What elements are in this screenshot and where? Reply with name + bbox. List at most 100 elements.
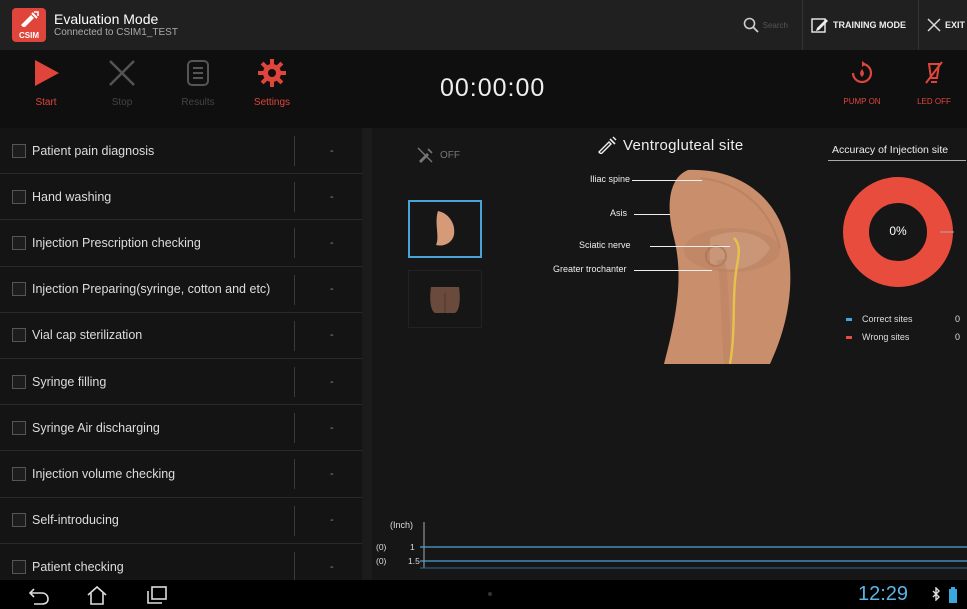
bluetooth-icon xyxy=(932,587,940,601)
main-panel: OFF Ventrogluteal site Iliac spine Asis … xyxy=(372,128,967,580)
hip-back-thumbnail-icon xyxy=(430,287,460,313)
checklist-scrollbar[interactable] xyxy=(362,128,372,580)
sound-toggle[interactable]: OFF xyxy=(416,146,460,164)
checklist-item-score: - xyxy=(330,560,334,573)
app-title: Evaluation Mode xyxy=(54,11,159,27)
settings-button[interactable]: Settings xyxy=(242,58,302,108)
led-toggle-button[interactable]: LED OFF xyxy=(904,60,964,106)
checklist-row[interactable]: Syringe filling - xyxy=(0,359,362,406)
page-indicator-dot xyxy=(488,592,492,596)
legend-correct: Correct sites 0 xyxy=(846,310,966,328)
accuracy-title: Accuracy of Injection site xyxy=(828,140,966,161)
sciatic-nerve-pointer xyxy=(650,246,730,247)
start-button[interactable]: Start xyxy=(16,58,76,108)
correct-count: 0 xyxy=(954,314,960,324)
checklist-row[interactable]: Hand washing - xyxy=(0,174,362,221)
home-icon[interactable] xyxy=(86,585,108,605)
pump-toggle-button[interactable]: PUMP ON xyxy=(832,60,892,106)
row-divider xyxy=(294,551,295,582)
checklist-item-label: Hand washing xyxy=(32,189,112,204)
training-mode-label: TRAINING MODE xyxy=(832,20,906,30)
start-label: Start xyxy=(35,97,57,108)
checklist-row[interactable]: Syringe Air discharging - xyxy=(0,405,362,452)
search-icon xyxy=(743,17,759,33)
checkbox[interactable] xyxy=(12,143,26,158)
row-divider xyxy=(294,320,295,351)
checklist-item-score: - xyxy=(330,467,334,480)
thumbnail-back-view[interactable] xyxy=(408,270,482,328)
row-divider xyxy=(294,366,295,397)
search-box[interactable]: Search xyxy=(743,17,788,33)
checkbox[interactable] xyxy=(12,189,26,204)
checklist-item-score: - xyxy=(330,421,334,434)
depth-graph: (Inch) (0) 1 (0) 1.5 xyxy=(372,508,967,580)
checklist-row[interactable]: Injection Prescription checking - xyxy=(0,220,362,267)
led-off-icon xyxy=(925,61,943,84)
checklist-item-label: Patient pain diagnosis xyxy=(32,143,155,158)
site-title-text: Ventrogluteal site xyxy=(623,136,744,154)
checkbox[interactable] xyxy=(12,513,26,528)
graph-axes xyxy=(420,522,967,569)
row-divider xyxy=(294,505,295,536)
label-greater-trochanter: Greater trochanter xyxy=(553,264,627,274)
checklist-item-label: Patient checking xyxy=(32,559,124,574)
checklist-item-label: Self-introducing xyxy=(32,513,119,528)
results-label: Results xyxy=(181,97,215,108)
checkbox[interactable] xyxy=(12,559,26,574)
label-asis: Asis xyxy=(610,208,628,218)
evaluation-checklist: Patient pain diagnosis - Hand washing - … xyxy=(0,128,362,582)
battery-icon xyxy=(949,587,957,603)
checkbox[interactable] xyxy=(12,374,26,389)
checklist-item-label: Injection Preparing(syringe, cotton and … xyxy=(32,282,271,297)
pump-icon xyxy=(851,61,873,84)
back-icon[interactable] xyxy=(28,585,50,605)
stop-label: Stop xyxy=(111,97,133,108)
system-clock: 12:29 xyxy=(858,583,909,605)
checklist-row[interactable]: Injection volume checking - xyxy=(0,451,362,498)
close-icon xyxy=(927,18,941,32)
checkbox[interactable] xyxy=(12,420,26,435)
edit-icon xyxy=(811,18,828,33)
results-icon xyxy=(187,60,209,86)
hip-side-thumbnail-icon xyxy=(436,211,455,246)
checkbox[interactable] xyxy=(12,235,26,250)
system-navigation-bar: 12:29 xyxy=(0,580,967,609)
checkbox[interactable] xyxy=(12,466,26,481)
correct-label: Correct sites xyxy=(862,314,913,324)
connection-status: Connected to CSIM1_TEST xyxy=(54,27,178,38)
checklist-item-score: - xyxy=(330,329,334,342)
elapsed-timer: 00:00:00 xyxy=(440,74,546,102)
checkbox[interactable] xyxy=(12,282,26,297)
thumbnail-side-view[interactable] xyxy=(408,200,482,258)
checklist-item-label: Vial cap sterilization xyxy=(32,328,143,343)
play-icon xyxy=(35,60,59,86)
stop-x-icon xyxy=(109,60,135,86)
iliac-spine-pointer xyxy=(632,180,702,181)
results-button[interactable]: Results xyxy=(168,58,228,108)
row-divider xyxy=(294,274,295,305)
title-bar: CSIM Evaluation Mode Connected to CSIM1_… xyxy=(0,0,967,50)
checklist-row[interactable]: Patient pain diagnosis - xyxy=(0,128,362,175)
app-logo: CSIM xyxy=(12,8,46,42)
exit-label: EXIT xyxy=(944,20,965,30)
training-mode-button[interactable]: TRAINING MODE xyxy=(811,16,906,34)
checklist-row[interactable]: Self-introducing - xyxy=(0,498,362,544)
checklist-item-score: - xyxy=(330,283,334,296)
checkbox[interactable] xyxy=(12,328,26,343)
checklist-item-label: Injection volume checking xyxy=(32,466,176,481)
checklist-row[interactable]: Vial cap sterilization - xyxy=(0,313,362,359)
search-placeholder: Search xyxy=(762,20,788,30)
settings-label: Settings xyxy=(253,97,291,108)
checklist-item-label: Syringe Air discharging xyxy=(32,420,160,435)
checklist-item-score: - xyxy=(330,236,334,249)
recent-apps-icon[interactable] xyxy=(146,585,168,605)
divider xyxy=(801,0,803,50)
label-sciatic-nerve: Sciatic nerve xyxy=(579,240,631,250)
row-divider xyxy=(294,228,295,259)
stop-button[interactable]: Stop xyxy=(92,58,152,108)
gear-icon xyxy=(258,59,286,87)
checklist-row[interactable]: Injection Preparing(syringe, cotton and … xyxy=(0,267,362,313)
row-divider xyxy=(294,136,295,166)
pump-label: PUMP ON xyxy=(843,97,881,106)
exit-button[interactable]: EXIT xyxy=(927,18,965,32)
